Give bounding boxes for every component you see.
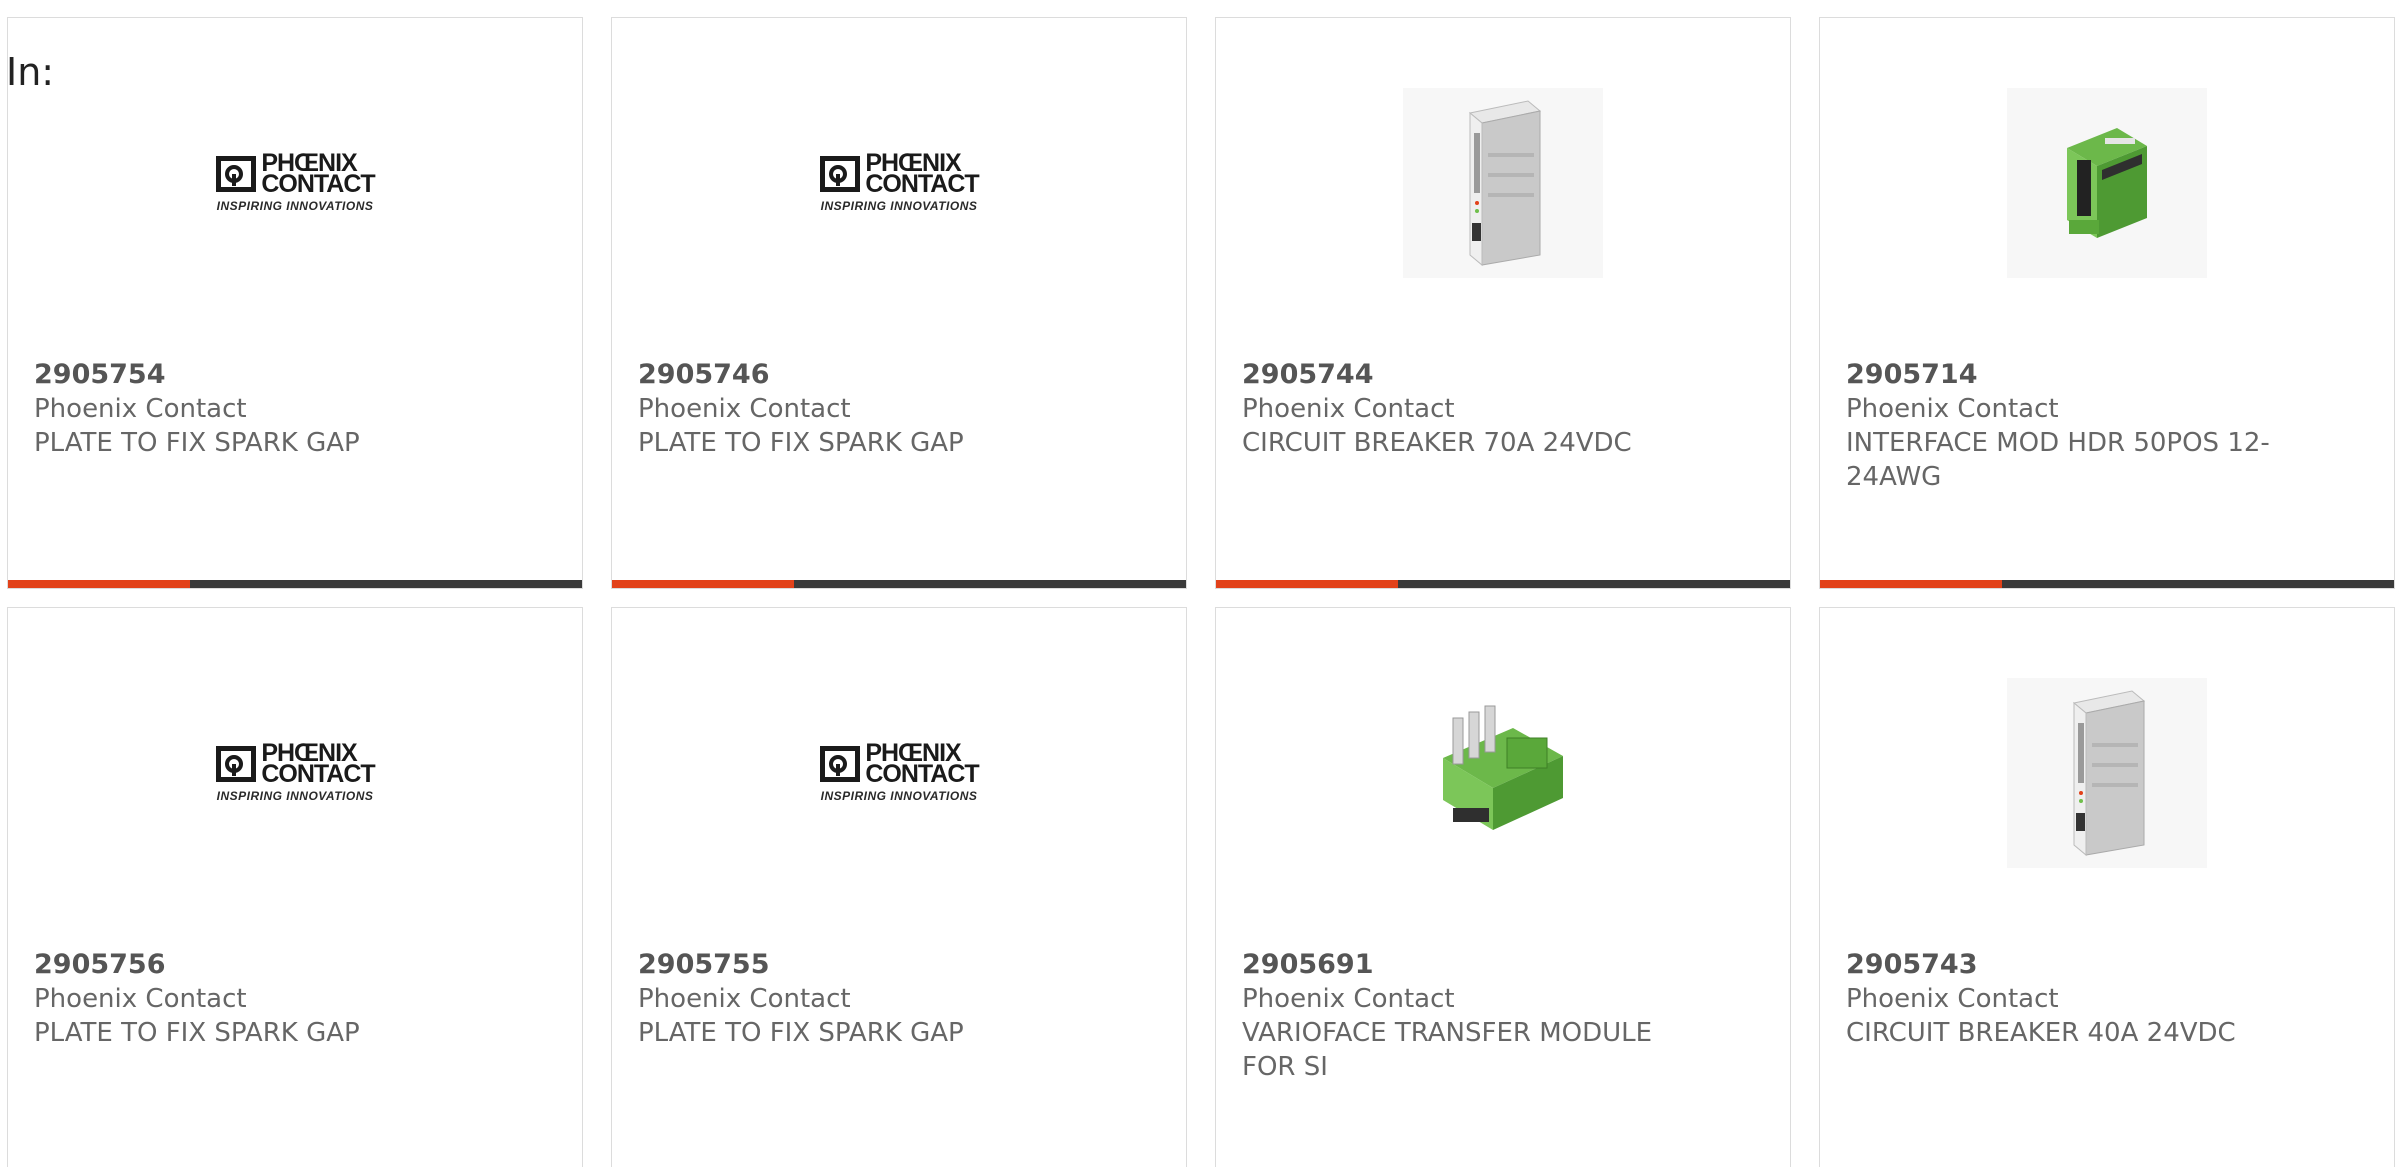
product-info: 2905756 Phoenix Contact PLATE TO FIX SPA… — [34, 948, 462, 1050]
product-image — [1820, 88, 2394, 278]
product-image — [1820, 678, 2394, 868]
circuit-breaker-photo — [1403, 88, 1603, 278]
product-brand: Phoenix Contact — [1846, 394, 2059, 424]
product-description: INTERFACE MOD HDR 50POS 12-24AWG — [1846, 428, 2270, 492]
circuit-breaker-icon — [2072, 690, 2146, 857]
product-card[interactable]: PHŒNIX CONTACT INSPIRING INNOVATIONS 290… — [611, 17, 1187, 589]
product-grid-page: In: PHŒNIX CONTACT INSPIRING INNOVATIONS… — [0, 0, 2400, 1167]
phoenix-contact-logo: PHŒNIX CONTACT INSPIRING INNOVATIONS — [190, 151, 400, 213]
product-description: PLATE TO FIX SPARK GAP — [34, 428, 360, 458]
logo-word-contact: CONTACT — [261, 170, 375, 198]
product-info: 2905754 Phoenix Contact PLATE TO FIX SPA… — [34, 358, 462, 460]
product-brand: Phoenix Contact — [1846, 984, 2059, 1014]
product-sku[interactable]: 2905744 — [1242, 358, 1670, 392]
product-brand: Phoenix Contact — [638, 984, 851, 1014]
product-sku[interactable]: 2905755 — [638, 948, 1066, 982]
logo-word-contact: CONTACT — [865, 760, 979, 788]
product-brand: Phoenix Contact — [1242, 984, 1455, 1014]
interface-module-photo — [2007, 88, 2207, 278]
product-info: 2905755 Phoenix Contact PLATE TO FIX SPA… — [638, 948, 1066, 1050]
product-sku[interactable]: 2905714 — [1846, 358, 2274, 392]
product-description: PLATE TO FIX SPARK GAP — [638, 428, 964, 458]
product-sku[interactable]: 2905756 — [34, 948, 462, 982]
product-description: CIRCUIT BREAKER 70A 24VDC — [1242, 428, 1632, 458]
transfer-module-photo — [1403, 678, 1603, 868]
product-card[interactable]: 2905691 Phoenix Contact VARIOFACE TRANSF… — [1215, 607, 1791, 1167]
product-info: 2905743 Phoenix Contact CIRCUIT BREAKER … — [1846, 948, 2274, 1050]
interface-module-icon — [2067, 128, 2147, 238]
logo-word-contact: CONTACT — [865, 170, 979, 198]
product-info: 2905744 Phoenix Contact CIRCUIT BREAKER … — [1242, 358, 1670, 460]
in-label: In: — [6, 50, 55, 94]
phoenix-logo-mark-icon — [820, 156, 861, 192]
logo-tagline: INSPIRING INNOVATIONS — [216, 789, 374, 803]
product-image: PHŒNIX CONTACT INSPIRING INNOVATIONS — [612, 88, 1186, 278]
transfer-module-icon — [1443, 705, 1563, 830]
logo-tagline: INSPIRING INNOVATIONS — [820, 789, 978, 803]
product-description: PLATE TO FIX SPARK GAP — [638, 1018, 964, 1048]
card-accent-bar — [1820, 580, 2002, 588]
product-card[interactable]: PHŒNIX CONTACT INSPIRING INNOVATIONS 290… — [7, 17, 583, 589]
product-card[interactable]: PHŒNIX CONTACT INSPIRING INNOVATIONS 290… — [7, 607, 583, 1167]
phoenix-contact-logo: PHŒNIX CONTACT INSPIRING INNOVATIONS — [190, 741, 400, 803]
product-image: PHŒNIX CONTACT INSPIRING INNOVATIONS — [8, 88, 582, 278]
product-sku[interactable]: 2905743 — [1846, 948, 2274, 982]
logo-tagline: INSPIRING INNOVATIONS — [216, 199, 374, 213]
product-sku[interactable]: 2905754 — [34, 358, 462, 392]
product-info: 2905691 Phoenix Contact VARIOFACE TRANSF… — [1242, 948, 1670, 1084]
product-image — [1216, 678, 1790, 868]
product-brand: Phoenix Contact — [638, 394, 851, 424]
card-accent-bar — [1216, 580, 1398, 588]
product-card[interactable]: PHŒNIX CONTACT INSPIRING INNOVATIONS 290… — [611, 607, 1187, 1167]
phoenix-logo-mark-icon — [216, 746, 257, 782]
product-brand: Phoenix Contact — [34, 394, 247, 424]
product-image — [1216, 88, 1790, 278]
circuit-breaker-icon — [1468, 100, 1542, 267]
logo-word-contact: CONTACT — [261, 760, 375, 788]
product-brand: Phoenix Contact — [1242, 394, 1455, 424]
product-sku[interactable]: 2905746 — [638, 358, 1066, 392]
product-brand: Phoenix Contact — [34, 984, 247, 1014]
product-image: PHŒNIX CONTACT INSPIRING INNOVATIONS — [8, 678, 582, 868]
phoenix-contact-logo: PHŒNIX CONTACT INSPIRING INNOVATIONS — [794, 151, 1004, 213]
phoenix-logo-mark-icon — [216, 156, 257, 192]
product-description: VARIOFACE TRANSFER MODULE FOR SI — [1242, 1018, 1653, 1082]
card-accent-bar — [612, 580, 794, 588]
circuit-breaker-photo — [2007, 678, 2207, 868]
product-info: 2905746 Phoenix Contact PLATE TO FIX SPA… — [638, 358, 1066, 460]
product-info: 2905714 Phoenix Contact INTERFACE MOD HD… — [1846, 358, 2274, 494]
product-card[interactable]: 2905744 Phoenix Contact CIRCUIT BREAKER … — [1215, 17, 1791, 589]
logo-tagline: INSPIRING INNOVATIONS — [820, 199, 978, 213]
product-image: PHŒNIX CONTACT INSPIRING INNOVATIONS — [612, 678, 1186, 868]
product-card[interactable]: 2905714 Phoenix Contact INTERFACE MOD HD… — [1819, 17, 2395, 589]
phoenix-contact-logo: PHŒNIX CONTACT INSPIRING INNOVATIONS — [794, 741, 1004, 803]
product-card[interactable]: 2905743 Phoenix Contact CIRCUIT BREAKER … — [1819, 607, 2395, 1167]
product-sku[interactable]: 2905691 — [1242, 948, 1670, 982]
card-accent-bar — [8, 580, 190, 588]
product-description: CIRCUIT BREAKER 40A 24VDC — [1846, 1018, 2236, 1048]
phoenix-logo-mark-icon — [820, 746, 861, 782]
product-description: PLATE TO FIX SPARK GAP — [34, 1018, 360, 1048]
